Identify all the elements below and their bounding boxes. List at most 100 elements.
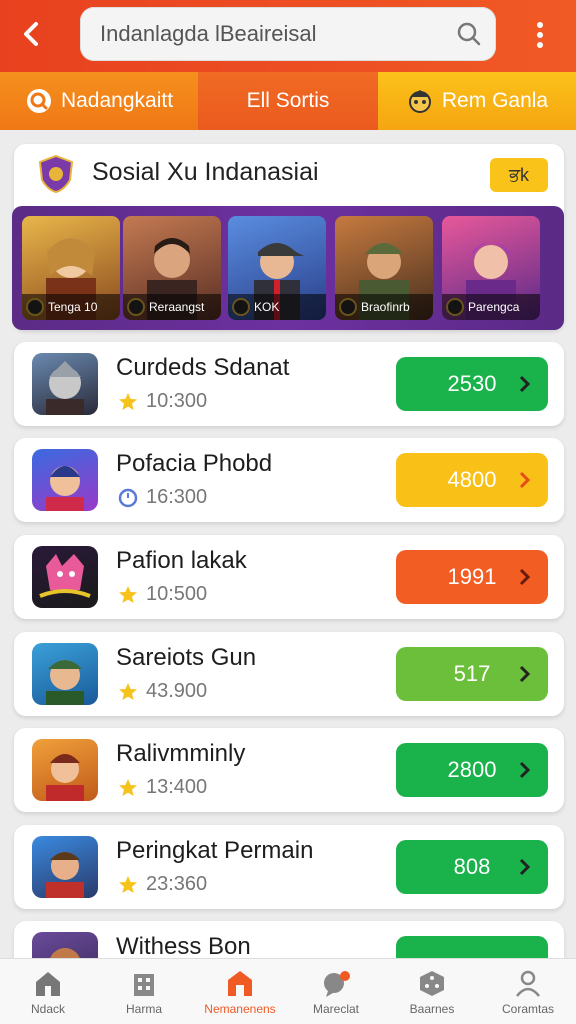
star-icon (119, 682, 137, 700)
item-meta-value: 10:500 (146, 583, 208, 605)
featured-title: Sosial Xu Indanasiai (92, 158, 319, 186)
item-meta-value: 16:300 (146, 486, 208, 508)
hero-card[interactable]: KOK (228, 216, 326, 320)
item-action-button[interactable]: 1991 (396, 550, 548, 604)
item-meta-value: 13:400 (146, 776, 208, 798)
dice-icon (420, 971, 444, 996)
mascot-icon (408, 90, 431, 113)
item-name: Ralivmminly (116, 740, 246, 767)
item-meta: 16:300 (118, 486, 207, 509)
featured-card[interactable]: Sosial Xu Indanasiai ਭk Tenga 10 Reraang… (12, 144, 564, 330)
item-value: 808 (453, 854, 491, 879)
chevron-right-icon (519, 471, 531, 489)
item-name: Peringkat Permain (116, 837, 314, 864)
list-item[interactable]: Curdeds Sdanat 10:300 2530 (14, 342, 564, 426)
tab-label: Nadangkaitt (60, 89, 174, 112)
item-action-button[interactable]: 808 (396, 840, 548, 894)
game-icon (32, 449, 98, 511)
nav-label: Mareclat (312, 1002, 359, 1016)
search-icon[interactable] (456, 21, 482, 47)
star-icon (119, 392, 137, 410)
featured-badge[interactable]: ਭk (490, 158, 548, 192)
nav-item-ndack[interactable]: Ndack (0, 959, 96, 1024)
tab-rem-ganla[interactable]: Rem Ganla (378, 72, 576, 130)
hero-card[interactable]: Tenga 10 (22, 216, 120, 320)
item-value: 2530 (447, 371, 497, 396)
list-item[interactable]: Ralivmminly 13:400 2800 (14, 728, 564, 812)
nav-item-nemanenens[interactable]: Nemanenens (192, 959, 288, 1024)
nav-item-baarnes[interactable]: Baarnes (384, 959, 480, 1024)
game-icon (32, 836, 98, 898)
tab-nadangkaitt[interactable]: Nadangkaitt (0, 72, 198, 130)
list-item[interactable]: Pafion lakak 10:500 1991 (14, 535, 564, 619)
item-value: 2800 (447, 757, 497, 782)
nav-label: Coramtas (501, 1002, 554, 1016)
chat-icon (324, 971, 350, 997)
game-icon (32, 353, 98, 415)
hero-card[interactable]: Parengca (442, 216, 540, 320)
nav-item-harma[interactable]: Harma (96, 959, 192, 1024)
building-icon (134, 974, 154, 996)
tab-label: Ell Sortis (246, 89, 330, 112)
tab-label: Rem Ganla (441, 89, 549, 112)
item-meta-value: 10:300 (146, 390, 208, 412)
star-icon (119, 875, 137, 893)
item-meta: 10:300 (118, 390, 207, 413)
item-name: Curdeds Sdanat (116, 354, 290, 381)
chevron-right-icon (519, 858, 531, 876)
nav-label: Nemanenens (204, 1002, 276, 1016)
list-item[interactable]: Peringkat Permain 23:360 808 (14, 825, 564, 909)
nav-item-mareclat[interactable]: Mareclat (288, 959, 384, 1024)
item-meta: 43.900 (118, 680, 207, 703)
search-icon (26, 89, 51, 113)
hero-label: Reraangst (123, 294, 221, 320)
store-icon (228, 971, 252, 996)
item-name: Pafion lakak (116, 547, 247, 574)
item-name: Withess Bon (116, 933, 251, 960)
item-value: 1991 (447, 564, 497, 589)
item-meta: 13:400 (118, 776, 207, 799)
tab-ell-sortis[interactable]: Ell Sortis (198, 72, 378, 130)
chevron-right-icon (519, 665, 531, 683)
tab-bar: Nadangkaitt Ell Sortis Rem Ganla (0, 72, 576, 130)
hero-label: KOK (228, 294, 326, 320)
item-meta: 23:360 (118, 873, 207, 896)
nav-label: Ndack (30, 1002, 65, 1016)
item-name: Sareiots Gun (116, 644, 257, 671)
top-bar: Indanlagda lBeaireisal (0, 0, 576, 72)
user-icon (516, 970, 540, 997)
item-meta-value: 43.900 (146, 680, 208, 702)
list-item[interactable]: Pofacia Phobd 16:300 4800 (14, 438, 564, 522)
item-meta-value: 23:360 (146, 873, 208, 895)
hero-label: Parengca (442, 294, 540, 320)
item-action-button[interactable]: 2800 (396, 743, 548, 797)
chevron-right-icon (519, 375, 531, 393)
nav-label: Baarnes (409, 1002, 455, 1016)
hero-card[interactable]: Reraangst (123, 216, 221, 320)
hero-label: Braofinrb (335, 294, 433, 320)
list-item[interactable]: Sareiots Gun 43.900 517 (14, 632, 564, 716)
hero-carousel[interactable]: Tenga 10 Reraangst KOK Braofinrb Parengc… (12, 206, 564, 330)
home-icon (36, 972, 60, 996)
item-action-button[interactable]: 2530 (396, 357, 548, 411)
nav-item-coramtas[interactable]: Coramtas (480, 959, 576, 1024)
clock-icon (118, 488, 138, 507)
chevron-right-icon (519, 761, 531, 779)
item-value: 4800 (447, 467, 497, 492)
item-meta: 10:500 (118, 583, 207, 606)
arrow-left-icon[interactable] (14, 16, 50, 52)
item-action-button[interactable]: 517 (396, 647, 548, 701)
star-icon (119, 585, 137, 603)
item-name: Pofacia Phobd (116, 450, 273, 477)
more-vertical-icon[interactable] (528, 18, 552, 52)
game-icon (32, 546, 98, 608)
item-action-button[interactable]: 4800 (396, 453, 548, 507)
chevron-right-icon (519, 568, 531, 586)
game-icon (32, 739, 98, 801)
game-icon (32, 643, 98, 705)
bottom-nav: Ndack Harma Nemanenens Mareclat Baarnes … (0, 958, 576, 1024)
hero-card[interactable]: Braofinrb (335, 216, 433, 320)
search-input[interactable]: Indanlagda lBeaireisal (80, 7, 496, 61)
star-icon (119, 778, 137, 796)
nav-label: Harma (125, 1002, 162, 1016)
